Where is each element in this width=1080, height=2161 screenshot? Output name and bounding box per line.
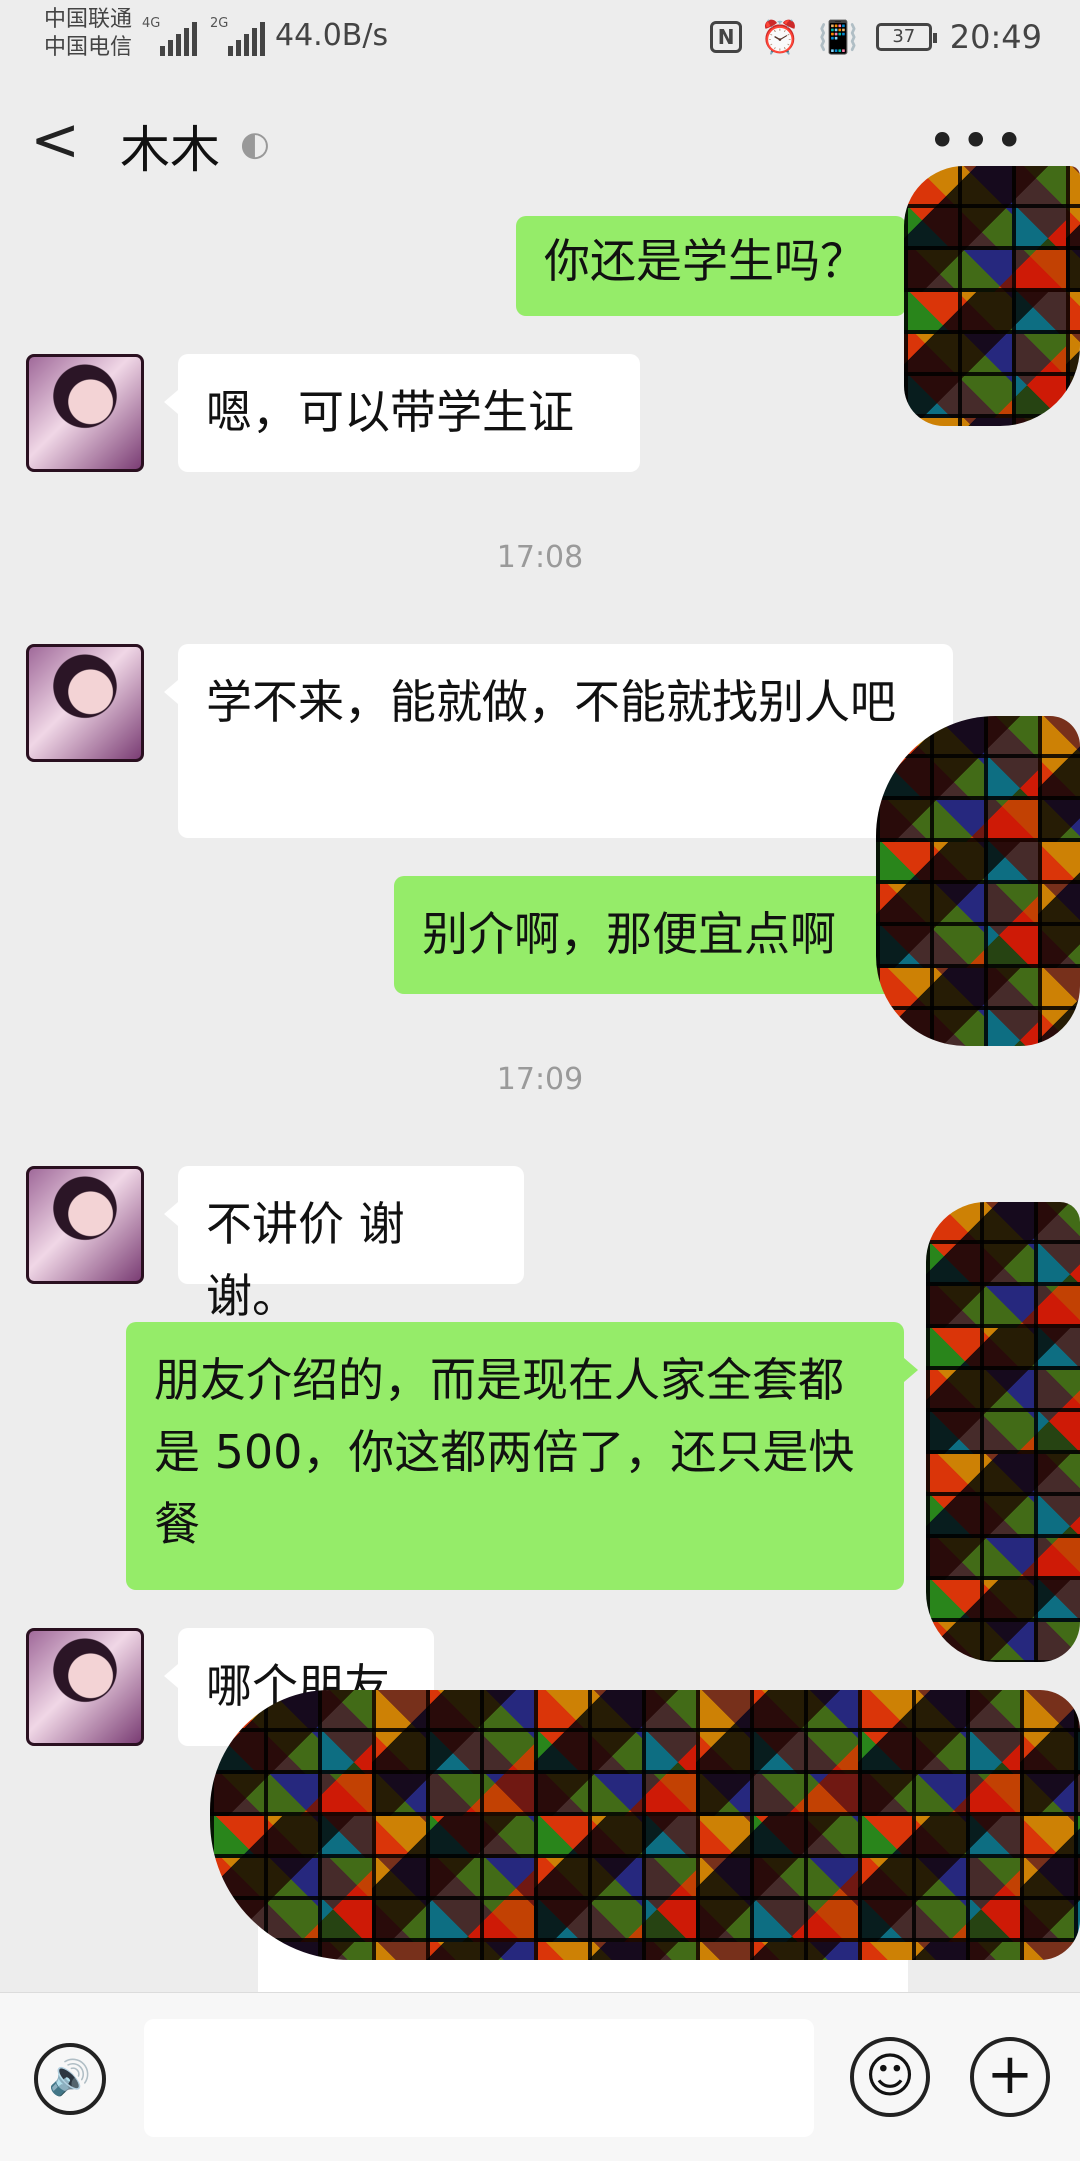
message-bubble-outgoing[interactable]: 别介啊，那便宜点啊: [394, 876, 918, 994]
emoji-icon[interactable]: ☺: [850, 2037, 930, 2117]
signal-4g-label: 4G: [142, 16, 161, 31]
contact-avatar[interactable]: [26, 1166, 144, 1284]
censor-mosaic: [876, 716, 1080, 1046]
timestamp: 17:08: [496, 540, 584, 575]
message-bubble-incoming[interactable]: 嗯，可以带学生证: [164, 354, 640, 472]
signal-2g-label: 2G: [210, 16, 229, 31]
message-text: 朋友介绍的，而是现在人家全套都是 500，你这都两倍了，还只是快餐: [154, 1353, 855, 1551]
battery-icon: 37: [875, 23, 937, 51]
censor-mosaic: [904, 166, 1080, 426]
vibrate-icon: 📳: [817, 18, 858, 56]
nfc-icon: N: [710, 21, 743, 53]
network-speed: 44.0B/s: [275, 18, 389, 53]
message-text: 学不来，能就做，不能就找别人吧: [206, 675, 896, 729]
message-bubble-incoming[interactable]: 学不来，能就做，不能就找别人吧: [164, 644, 953, 838]
timestamp: 17:09: [496, 1062, 584, 1097]
status-right: N ⏰ 📳 37 20:49: [710, 18, 1042, 56]
back-chevron-icon[interactable]: <: [30, 110, 80, 170]
message-bubble-incoming[interactable]: 不讲价 谢谢。: [164, 1166, 524, 1323]
message-text: 嗯，可以带学生证: [206, 385, 574, 439]
more-options-icon[interactable]: •••: [928, 112, 1028, 170]
earpiece-mode-icon: ◐: [240, 124, 270, 164]
censor-mosaic: [926, 1202, 1080, 1662]
message-input[interactable]: [144, 2019, 814, 2137]
voice-input-icon[interactable]: 🔊: [34, 2043, 106, 2115]
battery-level: 37: [892, 26, 916, 47]
contact-avatar[interactable]: [26, 1628, 144, 1746]
carrier-1: 中国联通: [44, 7, 133, 32]
plus-icon[interactable]: +: [970, 2037, 1050, 2117]
chat-title[interactable]: 木木: [120, 110, 220, 182]
carrier-2: 中国电信: [44, 35, 133, 60]
message-bubble-outgoing[interactable]: 你还是学生吗？: [516, 216, 920, 316]
message-input-bar: 🔊 ☺ +: [0, 1992, 1080, 2161]
censor-mosaic: [210, 1690, 1080, 1960]
message-bubble-outgoing[interactable]: 朋友介绍的，而是现在人家全套都是 500，你这都两倍了，还只是快餐: [126, 1322, 918, 1590]
message-text: 别介啊，那便宜点啊: [422, 907, 836, 961]
clock: 20:49: [949, 18, 1042, 56]
contact-avatar[interactable]: [26, 644, 144, 762]
alarm-icon: ⏰: [760, 18, 800, 56]
carrier-names: 中国联通 中国电信: [44, 6, 132, 62]
message-text: 不讲价 谢谢。: [206, 1197, 405, 1323]
status-bar: 中国联通 中国电信 4G 2G 44.0B/s N ⏰ 📳 37 20:49: [0, 0, 1080, 70]
message-text: 你还是学生吗？: [544, 234, 866, 288]
contact-avatar[interactable]: [26, 354, 144, 472]
